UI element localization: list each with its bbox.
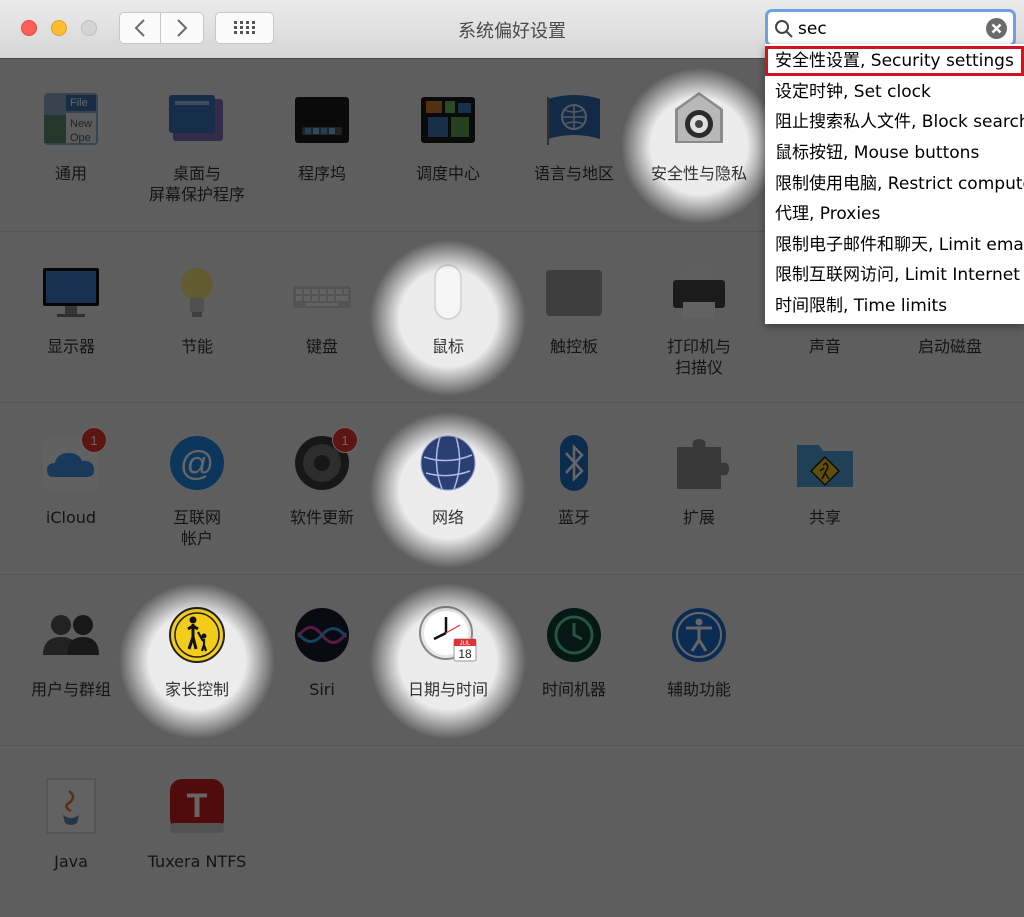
search-result-item[interactable]: 安全性设置, Security settings <box>765 46 1024 76</box>
pref-label: 触控板 <box>549 337 598 356</box>
time-machine-icon <box>547 608 601 662</box>
chevron-right-icon <box>177 19 188 37</box>
internet-accounts-icon: @ <box>170 436 224 490</box>
pref-label: 软件更新 <box>289 508 354 527</box>
search-result-item[interactable]: 限制电子邮件和聊天, Limit email and chat <box>765 230 1024 260</box>
extensions-icon <box>677 439 729 489</box>
pref-label: 蓝牙 <box>557 508 590 527</box>
parental-controls-icon <box>169 607 225 663</box>
row-divider <box>0 745 1024 746</box>
pref-label: 调度中心 <box>415 164 480 183</box>
system-preferences-window: 系统偏好设置 File New Ope 通用 <box>0 0 1024 917</box>
security-privacy-icon <box>675 92 723 143</box>
grid-icon <box>233 21 255 34</box>
mission-control-icon <box>421 97 475 143</box>
pref-label: 声音 <box>808 337 841 356</box>
desktop-screensaver-icon <box>169 95 223 141</box>
date-time-icon: JUL 18 <box>419 606 477 662</box>
pref-label: iCloud <box>45 508 97 527</box>
pref-label: 时间机器 <box>541 680 606 699</box>
search-result-item[interactable]: 时间限制, Time limits <box>765 291 1024 321</box>
pref-label: Siri <box>309 680 335 699</box>
calendar-day: 18 <box>458 647 472 661</box>
siri-icon <box>295 608 349 662</box>
notification-badge: 1 <box>332 427 358 453</box>
trackpad-icon <box>546 270 602 316</box>
java-icon <box>46 778 96 834</box>
pref-label: 打印机与 扫描仪 <box>666 337 731 377</box>
mouse-icon <box>434 264 462 320</box>
svg-text:File: File <box>70 97 88 109</box>
displays-icon <box>43 268 99 317</box>
search-result-item[interactable]: 设定时钟, Set clock <box>765 77 1024 107</box>
search-result-item[interactable]: 鼠标按钮, Mouse buttons <box>765 138 1024 168</box>
pref-label: 用户与群组 <box>30 680 111 699</box>
accessibility-icon <box>672 608 726 662</box>
pref-label: Tuxera NTFS <box>147 852 247 871</box>
row-divider <box>0 402 1024 403</box>
pref-label: 键盘 <box>305 337 338 356</box>
pref-label: 桌面与 屏幕保护程序 <box>148 164 245 204</box>
dock-icon <box>295 97 349 143</box>
pref-label: 网络 <box>431 508 464 527</box>
pref-label: 辅助功能 <box>666 680 731 699</box>
pref-label: 通用 <box>54 164 87 183</box>
pref-label: 扩展 <box>682 508 715 527</box>
search-result-item[interactable]: 限制互联网访问, Limit Internet access <box>765 260 1024 290</box>
zoom-window-button[interactable] <box>81 20 97 36</box>
network-icon <box>420 435 476 491</box>
close-window-button[interactable] <box>21 20 37 36</box>
row-divider <box>0 574 1024 575</box>
pref-label: 安全性与隐私 <box>650 164 747 183</box>
search-input[interactable] <box>798 18 978 40</box>
pref-label: Java <box>54 852 88 871</box>
show-all-button[interactable] <box>215 12 274 44</box>
search-result-item[interactable]: 限制使用电脑, Restrict computer use <box>765 169 1024 199</box>
pref-label: 共享 <box>808 508 841 527</box>
back-button[interactable] <box>119 12 161 44</box>
svg-text:@: @ <box>180 445 215 483</box>
tuxera-ntfs-icon: T <box>170 779 224 833</box>
forward-button[interactable] <box>161 12 204 44</box>
energy-saver-icon <box>181 268 213 317</box>
chevron-left-icon <box>134 19 145 37</box>
printers-scanners-icon <box>673 268 725 318</box>
svg-text:New: New <box>70 118 92 130</box>
pref-label: 语言与地区 <box>533 164 614 183</box>
sharing-icon <box>797 445 853 487</box>
close-icon <box>991 23 1002 34</box>
search-result-item[interactable]: 阻止搜索私人文件, Block searches of private file… <box>765 107 1024 137</box>
pref-label: 显示器 <box>46 337 95 356</box>
pref-label: 程序坞 <box>297 164 346 183</box>
notification-badge: 1 <box>81 427 107 453</box>
pref-label: 启动磁盘 <box>917 337 982 356</box>
users-groups-icon <box>43 615 99 655</box>
minimize-window-button[interactable] <box>51 20 67 36</box>
bluetooth-icon <box>560 435 588 491</box>
general-icon: File New Ope <box>44 93 98 145</box>
pref-label: 家长控制 <box>164 680 229 699</box>
pref-label: 鼠标 <box>431 337 464 356</box>
pref-label: 日期与时间 <box>407 680 488 699</box>
pref-label: 节能 <box>180 337 213 356</box>
keyboard-icon <box>293 286 351 308</box>
svg-text:Ope: Ope <box>70 132 91 144</box>
search-result-item[interactable]: 代理, Proxies <box>765 199 1024 229</box>
search-field[interactable] <box>765 9 1016 47</box>
clear-search-button[interactable] <box>986 18 1007 39</box>
pref-label: 互联网 帐户 <box>172 508 221 548</box>
search-icon <box>775 20 793 38</box>
search-results-menu: 安全性设置, Security settings 设定时钟, Set clock… <box>765 44 1024 324</box>
language-region-icon <box>547 95 600 145</box>
svg-text:T: T <box>187 787 208 825</box>
